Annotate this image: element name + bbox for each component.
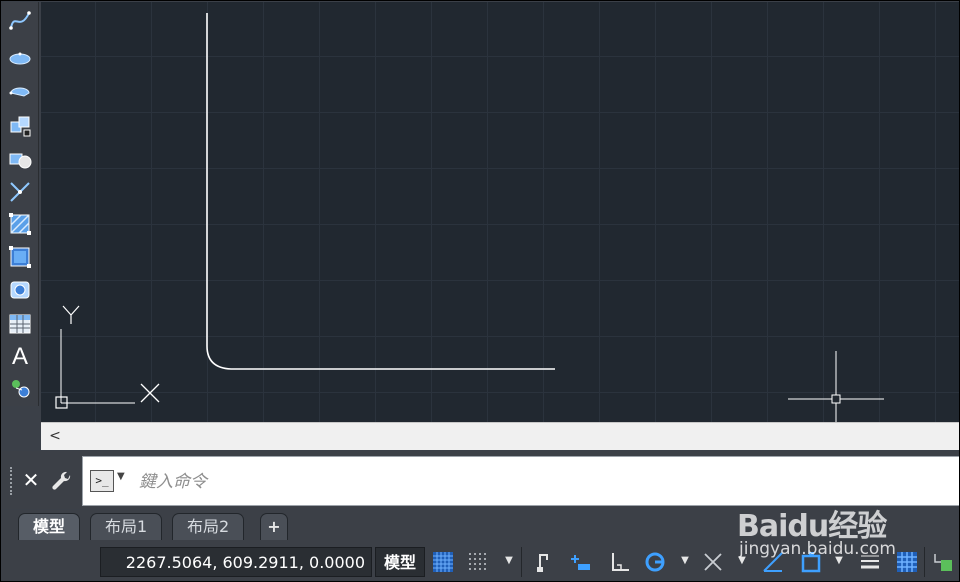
coordinate-readout[interactable]: 2267.5064, 609.2911, 0.0000	[100, 547, 372, 577]
ellipse-icon[interactable]	[6, 44, 34, 72]
region-icon[interactable]	[6, 276, 34, 304]
hatch-icon[interactable]	[6, 210, 34, 238]
autocad-window: A < ✕ >_ ▼ 鍵入命令 模型 布局1 布局2 + 2267.5064, …	[0, 0, 960, 582]
command-line: ✕ >_ ▼	[2, 451, 959, 509]
polar-tracking-icon[interactable]	[642, 549, 668, 575]
point-icon[interactable]	[6, 178, 34, 206]
make-block-icon[interactable]	[6, 146, 34, 174]
table-icon[interactable]	[6, 310, 34, 338]
status-separator	[924, 547, 925, 577]
ucs-icon	[55, 305, 160, 409]
tab-layout2[interactable]: 布局2	[172, 513, 245, 540]
ortho-icon[interactable]	[607, 549, 633, 575]
isodraft-icon[interactable]	[700, 549, 726, 575]
status-separator	[521, 547, 522, 577]
command-line-grip[interactable]	[10, 467, 15, 495]
multiline-text-icon[interactable]: A	[6, 343, 34, 371]
tab-model[interactable]: 模型	[18, 513, 81, 540]
command-input[interactable]	[137, 469, 841, 495]
filleted-polyline	[206, 13, 555, 370]
lineweight-icon[interactable]	[857, 549, 883, 575]
spline-icon[interactable]	[6, 6, 34, 34]
add-selected-icon[interactable]	[6, 374, 34, 402]
snap-icon[interactable]	[465, 549, 491, 575]
draw-toolbar: A	[2, 2, 39, 406]
crosshair-cursor	[788, 351, 884, 422]
isodraft-dropdown-icon[interactable]: ▼	[737, 556, 747, 566]
grid-icon[interactable]	[430, 549, 456, 575]
horizontal-scrollbar[interactable]: <	[41, 422, 959, 450]
snap-dropdown-icon[interactable]: ▼	[504, 556, 514, 566]
status-bar: 2267.5064, 609.2911, 0.0000 模型 ▼ ▼ ▼ ▼	[2, 542, 959, 581]
close-icon[interactable]: ✕	[20, 469, 42, 491]
osnap-dropdown-icon[interactable]: ▼	[834, 556, 844, 566]
scroll-left-button[interactable]: <	[47, 427, 63, 445]
wrench-icon[interactable]	[50, 469, 76, 495]
ellipse-arc-icon[interactable]	[6, 78, 34, 106]
gradient-icon[interactable]	[6, 243, 34, 271]
drawing-canvas[interactable]	[41, 2, 959, 422]
infer-constraints-icon[interactable]	[530, 549, 556, 575]
insert-block-icon[interactable]	[6, 112, 34, 140]
transparency-icon[interactable]	[894, 549, 920, 575]
command-prompt-icon[interactable]: >_	[90, 470, 114, 492]
chevron-down-icon[interactable]: ▼	[117, 471, 125, 482]
dynamic-input-icon[interactable]	[567, 549, 593, 575]
selection-cycling-icon[interactable]	[930, 549, 956, 575]
model-space-button[interactable]: 模型	[375, 547, 425, 577]
object-snap-icon[interactable]	[798, 549, 824, 575]
object-snap-tracking-icon[interactable]	[760, 549, 786, 575]
add-layout-button[interactable]: +	[260, 513, 288, 540]
layout-tabs: 模型 布局1 布局2 +	[2, 510, 959, 542]
tab-layout1[interactable]: 布局1	[90, 513, 163, 540]
command-input-box[interactable]: >_ ▼	[82, 456, 959, 506]
polar-dropdown-icon[interactable]: ▼	[680, 556, 690, 566]
